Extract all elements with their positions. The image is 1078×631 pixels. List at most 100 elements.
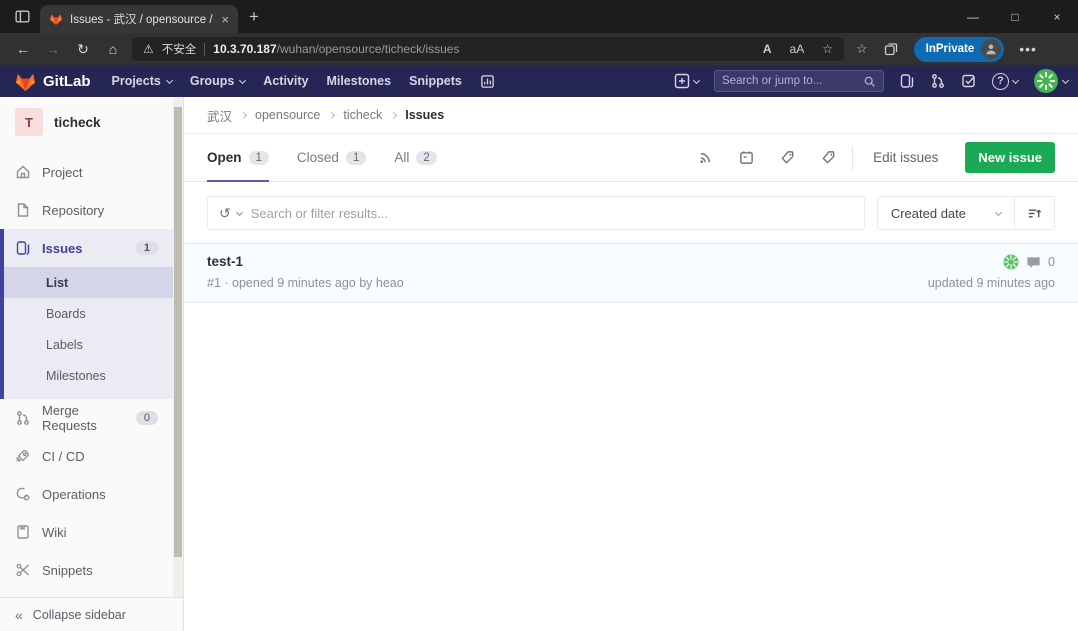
sidebar-item-repository[interactable]: Repository bbox=[0, 191, 183, 229]
chevron-down-icon bbox=[239, 76, 246, 83]
sidebar-item-labels[interactable]: Labels bbox=[4, 329, 183, 360]
security-label: 不安全 bbox=[162, 41, 197, 57]
tab-open[interactable]: Open 1 bbox=[207, 134, 269, 181]
user-avatar bbox=[1033, 68, 1059, 94]
tab-closed[interactable]: Closed 1 bbox=[297, 134, 366, 181]
sidebar-item-wiki[interactable]: Wiki bbox=[0, 513, 183, 551]
issues-dashboard-icon[interactable] bbox=[899, 73, 915, 89]
recent-searches-dropdown[interactable]: ↺ bbox=[219, 205, 242, 222]
issue-meta: #1 · opened 9 minutes ago by heao bbox=[207, 276, 404, 290]
address-bar[interactable]: ⚠ 不安全 10.3.70.187/wuhan/opensource/tiche… bbox=[132, 37, 844, 61]
settings-more-icon[interactable]: ••• bbox=[1019, 41, 1037, 57]
filter-search-box[interactable]: ↺ bbox=[207, 196, 865, 230]
gitlab-favicon bbox=[49, 12, 63, 26]
close-button[interactable]: × bbox=[1036, 0, 1078, 33]
sidebar-item-snippets[interactable]: Snippets bbox=[0, 551, 183, 589]
chevron-down-icon bbox=[995, 208, 1002, 215]
merge-requests-icon[interactable] bbox=[930, 73, 946, 89]
favorites-bar-icon[interactable]: ☆ bbox=[856, 41, 868, 57]
inprivate-badge[interactable]: InPrivate bbox=[914, 37, 1005, 62]
forward-icon[interactable]: → bbox=[38, 41, 68, 57]
gitlab-brand[interactable]: GitLab bbox=[43, 73, 91, 90]
breadcrumb-project[interactable]: ticheck bbox=[343, 108, 382, 122]
refresh-icon[interactable]: ↻ bbox=[68, 41, 98, 58]
breadcrumb: 武汉 opensource ticheck Issues bbox=[184, 97, 1078, 134]
nav-projects[interactable]: Projects bbox=[103, 74, 181, 88]
browser-tab[interactable]: Issues - 武汉 / opensource / tich × bbox=[40, 5, 238, 33]
label-icon[interactable] bbox=[767, 150, 808, 165]
new-tab-button[interactable]: + bbox=[249, 0, 259, 33]
window-controls: — □ × bbox=[952, 0, 1078, 33]
issues-icon bbox=[15, 240, 31, 256]
chart-icon[interactable] bbox=[471, 74, 504, 89]
maximize-button[interactable]: □ bbox=[994, 0, 1036, 33]
label-alt-icon[interactable] bbox=[808, 150, 849, 165]
help-menu[interactable]: ? bbox=[992, 73, 1018, 90]
edit-issues-button[interactable]: Edit issues bbox=[856, 150, 955, 165]
add-favorite-icon[interactable]: ☆ bbox=[822, 42, 833, 56]
issue-row[interactable]: test-1 #1 · opened 9 minutes ago by heao… bbox=[184, 244, 1078, 303]
new-issue-button[interactable]: New issue bbox=[965, 142, 1055, 173]
sort-dropdown[interactable]: Created date bbox=[878, 197, 1014, 229]
rss-icon[interactable] bbox=[685, 150, 726, 165]
nav-groups[interactable]: Groups bbox=[181, 74, 254, 88]
collapse-sidebar-button[interactable]: « Collapse sidebar bbox=[0, 597, 183, 631]
calendar-icon[interactable] bbox=[726, 150, 767, 165]
home-icon[interactable]: ⌂ bbox=[98, 41, 128, 57]
tab-all[interactable]: All 2 bbox=[394, 134, 436, 181]
toolbar-right: ☆ InPrivate ••• bbox=[856, 37, 1037, 62]
open-count-badge: 1 bbox=[249, 151, 269, 165]
breadcrumb-current: Issues bbox=[405, 108, 444, 122]
back-icon[interactable]: ← bbox=[8, 41, 38, 57]
comments-icon bbox=[1026, 255, 1041, 270]
sidebar-item-operations[interactable]: Operations bbox=[0, 475, 183, 513]
sidebar-item-merge-requests[interactable]: Merge Requests 0 bbox=[0, 399, 183, 437]
new-menu-button[interactable] bbox=[674, 73, 699, 89]
assignee-avatar[interactable] bbox=[1003, 254, 1019, 270]
global-search[interactable] bbox=[714, 70, 884, 92]
todos-icon[interactable] bbox=[961, 73, 977, 89]
tab-close-icon[interactable]: × bbox=[221, 13, 229, 26]
sidebar-issues-section: Issues 1 List Boards Labels Milestones bbox=[0, 229, 183, 399]
minimize-button[interactable]: — bbox=[952, 0, 994, 33]
chevron-down-icon bbox=[1012, 76, 1019, 83]
translate-icon[interactable]: aA bbox=[790, 42, 805, 56]
collapse-icon: « bbox=[15, 607, 23, 623]
nav-milestones[interactable]: Milestones bbox=[317, 74, 400, 88]
gitlab-logo[interactable] bbox=[14, 70, 37, 93]
profile-avatar bbox=[981, 39, 1001, 59]
sidebar-scrollbar[interactable] bbox=[173, 97, 183, 597]
filter-search-input[interactable] bbox=[251, 206, 853, 221]
collections-icon[interactable] bbox=[883, 41, 899, 57]
read-aloud-icon[interactable]: A bbox=[763, 42, 772, 56]
sidebar-item-issues[interactable]: Issues 1 bbox=[4, 229, 183, 267]
breadcrumb-group[interactable]: 武汉 bbox=[207, 106, 232, 125]
sidebar-item-ci-cd[interactable]: CI / CD bbox=[0, 437, 183, 475]
sidebar-item-issues-list[interactable]: List bbox=[4, 267, 183, 298]
home-icon bbox=[15, 164, 31, 180]
tab-title: Issues - 武汉 / opensource / tich bbox=[70, 11, 214, 27]
filter-row: ↺ Created date bbox=[207, 196, 1055, 230]
chevron-down-icon bbox=[236, 208, 243, 215]
issue-updated: updated 9 minutes ago bbox=[928, 276, 1055, 290]
nav-activity[interactable]: Activity bbox=[254, 74, 317, 88]
chevron-right-icon bbox=[390, 111, 397, 118]
project-context[interactable]: T ticheck bbox=[0, 97, 183, 145]
tab-actions-icon[interactable] bbox=[14, 8, 31, 25]
operations-icon bbox=[15, 486, 31, 502]
nav-snippets[interactable]: Snippets bbox=[400, 74, 471, 88]
chevron-down-icon bbox=[693, 76, 700, 83]
issues-state-tabs: Open 1 Closed 1 All 2 bbox=[184, 134, 1078, 182]
sort-direction-button[interactable] bbox=[1014, 197, 1054, 229]
user-menu[interactable] bbox=[1033, 68, 1068, 94]
scissors-icon bbox=[15, 562, 31, 578]
issue-title[interactable]: test-1 bbox=[207, 254, 404, 269]
sidebar-item-boards[interactable]: Boards bbox=[4, 298, 183, 329]
global-search-input[interactable] bbox=[722, 75, 863, 87]
sidebar-item-milestones[interactable]: Milestones bbox=[4, 360, 183, 391]
scrollbar-thumb[interactable] bbox=[174, 107, 182, 557]
breadcrumb-subgroup[interactable]: opensource bbox=[255, 108, 320, 122]
book-icon bbox=[15, 524, 31, 540]
sidebar-item-project[interactable]: Project bbox=[0, 153, 183, 191]
chevron-right-icon bbox=[328, 111, 335, 118]
